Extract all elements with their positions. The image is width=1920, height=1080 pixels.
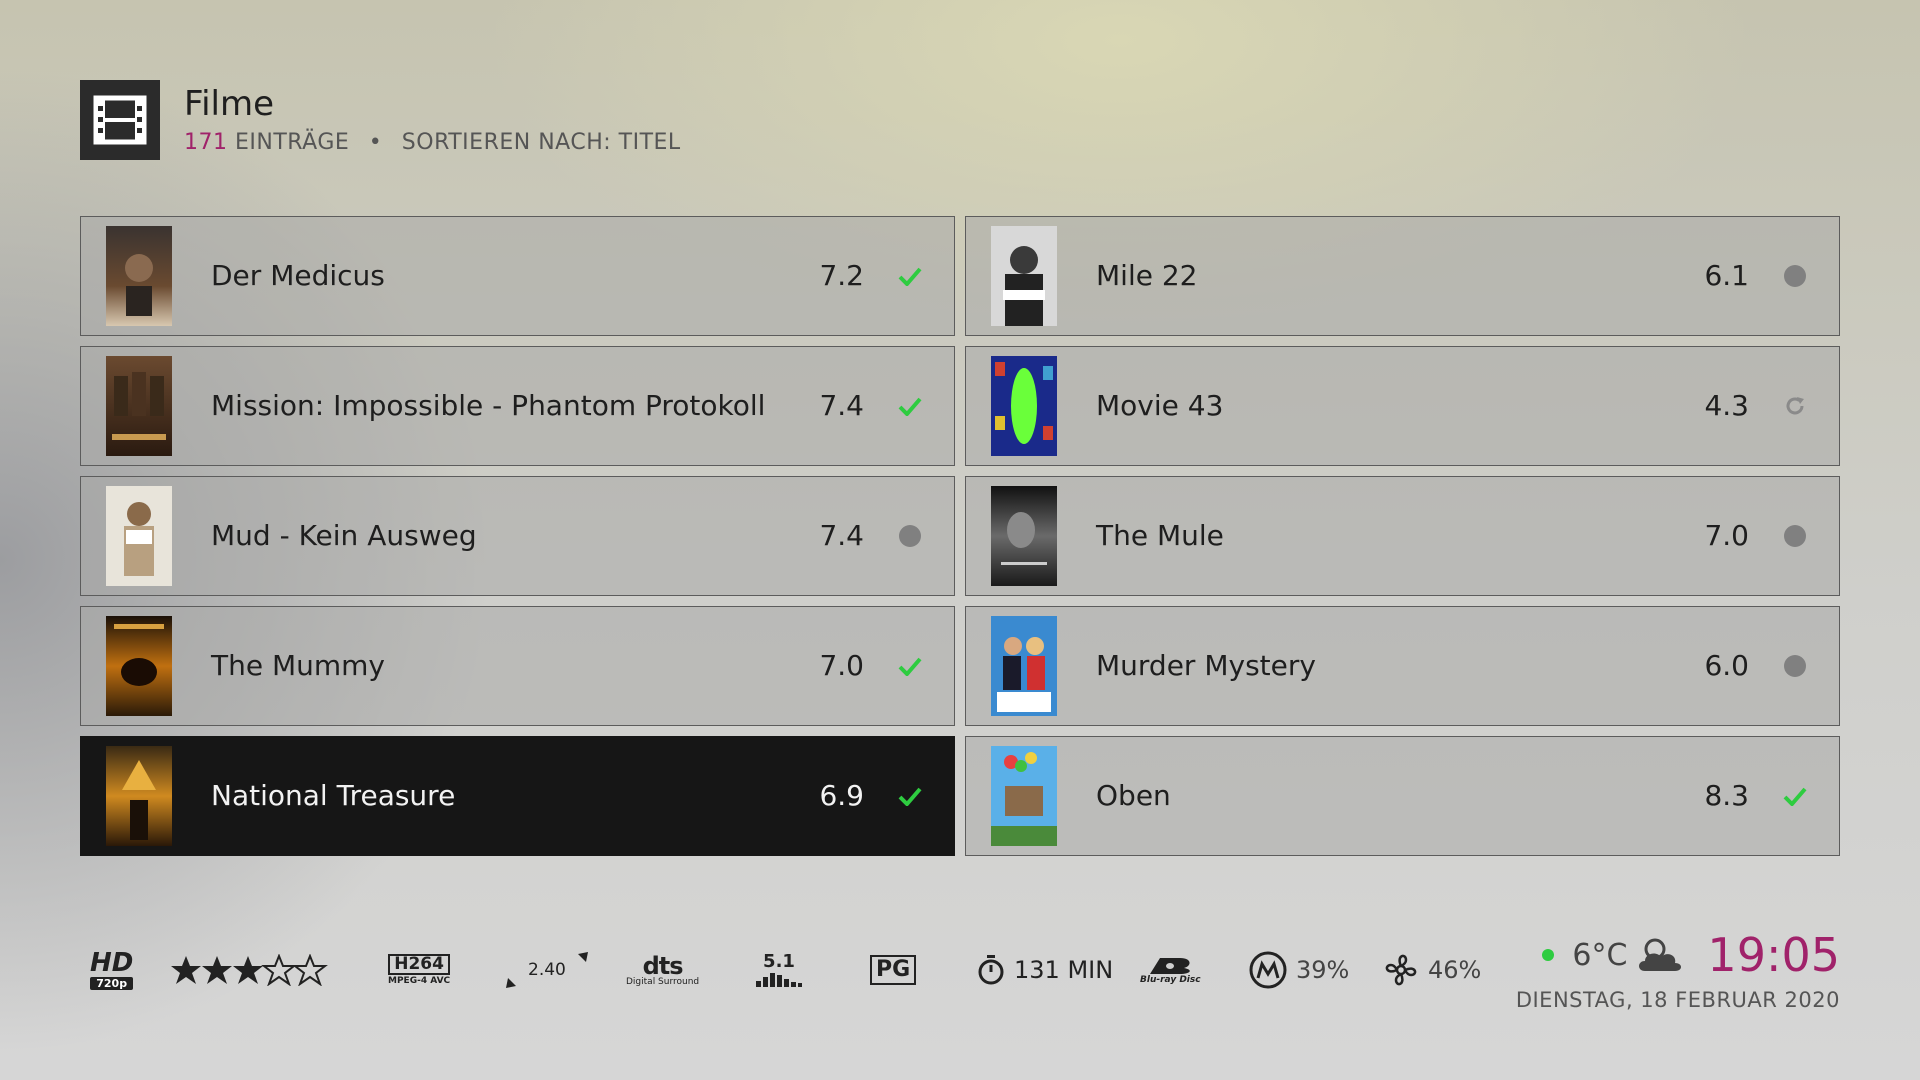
list-item[interactable]: Oben 8.3: [965, 736, 1840, 856]
movie-rating: 8.3: [1704, 779, 1749, 812]
mpaa-label: PG: [870, 955, 917, 985]
poster-image: [106, 486, 172, 586]
temperature-label: 6°C: [1572, 937, 1628, 973]
entries-label: EINTRÄGE: [235, 130, 350, 155]
list-item[interactable]: The Mummy 7.0: [80, 606, 955, 726]
sort-label[interactable]: SORTIEREN NACH: TITEL: [402, 130, 681, 155]
movie-title: The Mule: [1096, 519, 1224, 552]
check-icon: [1783, 784, 1807, 808]
poster-image: [991, 486, 1057, 586]
dts-audio-icon: dts Digital Surround: [626, 930, 699, 1010]
check-icon: [898, 784, 922, 808]
unwatched-dot-icon: [898, 524, 922, 548]
bluray-disc-icon: Blu-ray Disc: [1140, 930, 1201, 1010]
resolution-sub-label: 720p: [90, 977, 134, 990]
movie-column-right: Mile 22 6.1 Movie 43 4.3 The Mule 7.0 Mu…: [965, 216, 1842, 866]
refresh-icon: [1783, 394, 1807, 418]
audio-sub-label: Digital Surround: [626, 976, 700, 987]
movie-rating: 4.3: [1704, 389, 1749, 422]
separator-dot: •: [368, 130, 383, 155]
movie-rating: 7.0: [1704, 519, 1749, 552]
poster-image: [991, 746, 1057, 846]
movie-title: Mud - Kein Ausweg: [211, 519, 477, 552]
list-item[interactable]: Mission: Impossible - Phantom Protokoll …: [80, 346, 955, 466]
weather-clock-row: 6°C 19:05: [1542, 928, 1840, 982]
star-rating: [170, 930, 330, 1010]
movie-title: Der Medicus: [211, 259, 385, 292]
movie-rating: 6.9: [819, 779, 864, 812]
list-info: 171 EINTRÄGE • SORTIEREN NACH: TITEL: [184, 130, 681, 155]
clock-time: 19:05: [1707, 928, 1840, 982]
media-info-bar: HD 720p H264 MPEG-4 AVC 2.40 dts Digital…: [80, 928, 1840, 1012]
unwatched-dot-icon: [1783, 654, 1807, 678]
movie-rating: 7.0: [819, 649, 864, 682]
movie-column-left: Der Medicus 7.2 Mission: Impossible - Ph…: [80, 216, 957, 866]
hd-720p-icon: HD 720p: [90, 930, 133, 1010]
list-item[interactable]: Movie 43 4.3: [965, 346, 1840, 466]
aspect-ratio-label: 2.40: [528, 960, 566, 980]
movie-title: The Mummy: [211, 649, 386, 682]
list-item-selected[interactable]: National Treasure 6.9: [80, 736, 955, 856]
weather-clock: 6°C 19:05 DIENSTAG, 18 FEBRUAR 2020: [1500, 928, 1840, 1020]
poster-image: [991, 356, 1057, 456]
unwatched-dot-icon: [1783, 264, 1807, 288]
rating-pg-icon: PG: [870, 930, 917, 1010]
poster-image: [106, 616, 172, 716]
poster-image: [106, 356, 172, 456]
list-item[interactable]: Der Medicus 7.2: [80, 216, 955, 336]
codec-icon: H264 MPEG-4 AVC: [388, 930, 450, 1010]
movie-title: Mile 22: [1096, 259, 1198, 292]
poster-image: [991, 226, 1057, 326]
movie-title: Mission: Impossible - Phantom Protokoll: [211, 389, 766, 422]
movie-list: Der Medicus 7.2 Mission: Impossible - Ph…: [80, 216, 1842, 858]
poster-image: [991, 616, 1057, 716]
memory-label: 46%: [1428, 956, 1482, 984]
codec-sub-label: MPEG-4 AVC: [388, 976, 451, 986]
page-title: Filme: [184, 84, 275, 124]
movie-rating: 7.2: [819, 259, 864, 292]
audio-channels-icon: 5.1: [756, 930, 802, 1010]
movie-title: Oben: [1096, 779, 1171, 812]
movie-rating: 7.4: [819, 519, 864, 552]
bluray-label: Blu-ray Disc: [1140, 974, 1201, 985]
resolution-label: HD: [90, 948, 134, 978]
list-item[interactable]: Murder Mystery 6.0: [965, 606, 1840, 726]
check-icon: [898, 264, 922, 288]
poster-image: [106, 226, 172, 326]
audio-channels-label: 5.1: [763, 951, 795, 972]
cloudy-weather-icon: [1639, 938, 1682, 971]
list-item[interactable]: The Mule 7.0: [965, 476, 1840, 596]
movie-title: Movie 43: [1096, 389, 1224, 422]
codec-label: H264: [388, 954, 450, 975]
cpu-usage: 39%: [1248, 930, 1349, 1010]
movie-rating: 6.1: [1704, 259, 1749, 292]
movie-rating: 7.4: [819, 389, 864, 422]
check-icon: [898, 394, 922, 418]
movie-title: National Treasure: [211, 779, 456, 812]
list-item[interactable]: Mile 22 6.1: [965, 216, 1840, 336]
equalizer-icon: [756, 973, 802, 987]
movie-rating: 6.0: [1704, 649, 1749, 682]
memory-usage: 46%: [1382, 930, 1481, 1010]
star-icons: [171, 955, 326, 985]
aspect-ratio-icon: 2.40: [504, 930, 590, 1010]
audio-label: dts: [642, 951, 684, 980]
runtime-info: 131 MIN: [976, 930, 1113, 1010]
poster-image: [106, 746, 172, 846]
cpu-label: 39%: [1296, 956, 1350, 984]
fan-icon: [1385, 954, 1417, 986]
movie-title: Murder Mystery: [1096, 649, 1316, 682]
item-count: 171: [184, 130, 228, 155]
date-label: DIENSTAG, 18 FEBRUAR 2020: [1515, 988, 1840, 1012]
check-icon: [898, 654, 922, 678]
runtime-label: 131 MIN: [1014, 956, 1114, 984]
stopwatch-icon: [978, 955, 1004, 985]
cpu-gauge-icon: [1249, 951, 1287, 989]
film-icon: [80, 80, 160, 160]
list-item[interactable]: Mud - Kein Ausweg 7.4: [80, 476, 955, 596]
online-status-icon: [1542, 949, 1555, 961]
unwatched-dot-icon: [1783, 524, 1807, 548]
